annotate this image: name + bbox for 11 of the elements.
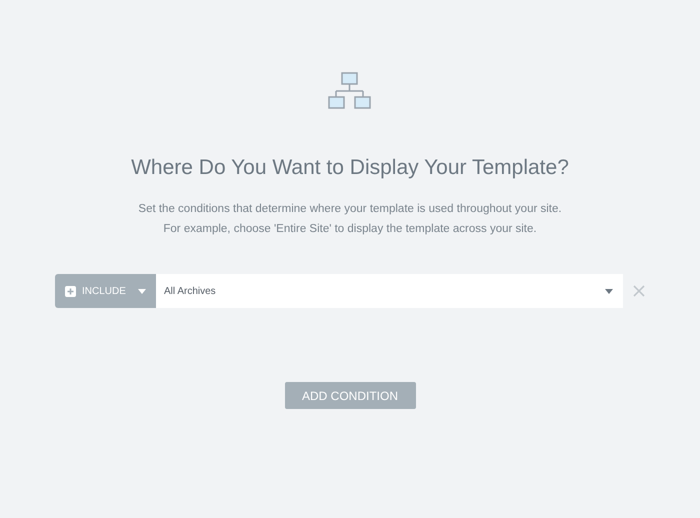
condition-type-dropdown[interactable]: INCLUDE [55,274,156,308]
plus-icon [65,286,76,296]
caret-icon [138,288,146,294]
condition-value-dropdown[interactable]: All Archives [156,274,623,308]
sitemap-icon [328,72,372,112]
remove-condition-icon[interactable] [633,285,645,297]
caret-icon [605,288,613,294]
page-title: Where Do You Want to Display Your Template? [131,155,569,181]
description-text: For example, choose 'Entire Site' to display the template across your site. [163,222,537,237]
add-condition-button[interactable]: ADD CONDITION [284,382,416,409]
description-text: Set the conditions that determine where your template is used throughout your site. [138,202,562,216]
